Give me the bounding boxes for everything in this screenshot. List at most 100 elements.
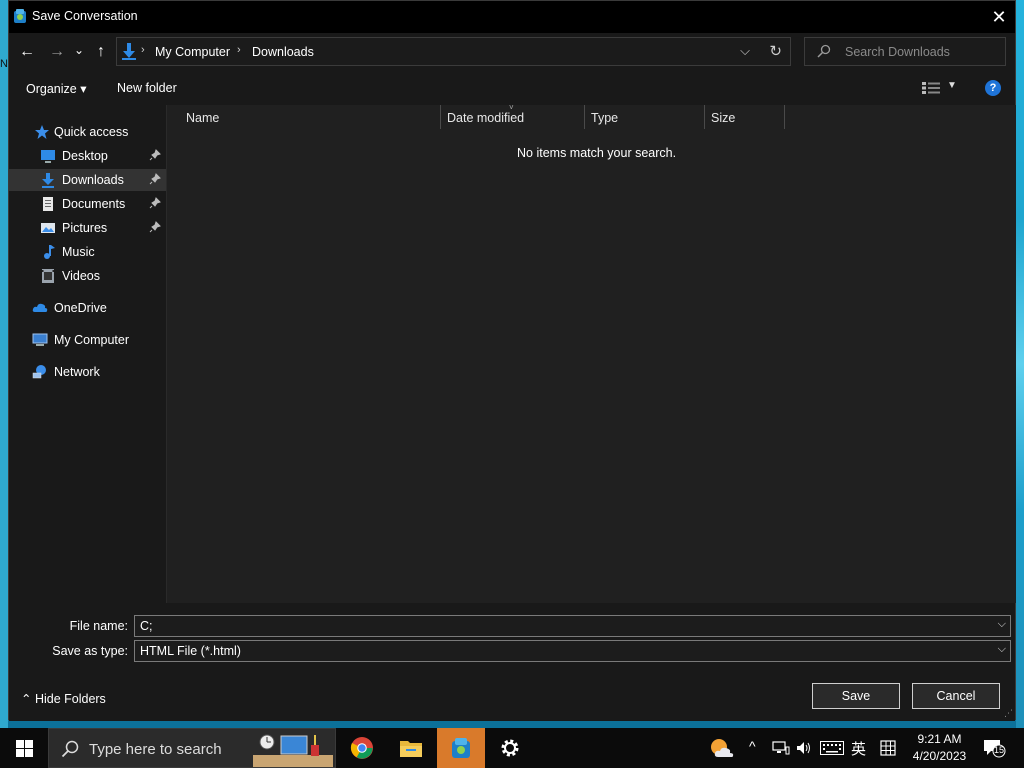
star-icon [35, 125, 49, 139]
sidebar-item-label: Network [54, 365, 100, 379]
sidebar-item-label: Downloads [62, 173, 124, 187]
network-icon [32, 365, 46, 379]
clock-time[interactable]: 9:21 AM [912, 732, 967, 746]
breadcrumb-my-computer[interactable]: My Computer [155, 45, 230, 59]
cancel-button[interactable]: Cancel [912, 683, 1000, 709]
sidebar-item-label: My Computer [54, 333, 130, 347]
sidebar-item-my-computer[interactable]: My Computer [9, 329, 166, 351]
sidebar-item-label: Pictures [62, 221, 108, 235]
file-name-value: C; [140, 619, 153, 633]
sidebar-item-videos[interactable]: Videos [9, 265, 166, 287]
breadcrumb-downloads[interactable]: Downloads [252, 45, 314, 59]
help-icon[interactable]: ? [985, 80, 1001, 96]
column-header-type[interactable]: Type [591, 111, 618, 125]
weather-icon[interactable] [709, 737, 735, 759]
taskbar: Type here to search ^ 英 9:21 AM 4/20/202… [0, 728, 1024, 768]
file-list[interactable]: Name ˅ Date modified Type Size No items … [167, 103, 1016, 603]
file-name-label: File name: [69, 619, 128, 633]
sidebar-item-desktop[interactable]: Desktop [9, 145, 166, 167]
close-button[interactable]: ✕ [983, 1, 1015, 33]
chrome-icon [350, 737, 373, 759]
back-button[interactable]: ← [16, 41, 38, 63]
sidebar-item-label: Music [62, 245, 95, 259]
command-bar: Organize ▾ New folder ▼ ? [9, 71, 1015, 105]
empty-message: No items match your search. [517, 146, 677, 160]
save-form: File name: C; ⌵ Save as type: HTML File … [9, 603, 1015, 721]
view-options-icon[interactable] [922, 81, 940, 95]
column-header-size[interactable]: Size [711, 111, 735, 125]
computer-icon [32, 333, 48, 346]
up-button[interactable]: ↑ [90, 41, 112, 63]
volume-icon[interactable] [796, 740, 812, 756]
search-icon [817, 44, 831, 58]
taskbar-file-explorer-button[interactable] [387, 728, 435, 768]
desktop-background-left [0, 0, 8, 728]
taskbar-search-input[interactable]: Type here to search [89, 741, 222, 758]
address-dropdown-button[interactable]: ⌵ [740, 43, 750, 59]
input-method-indicator[interactable]: 英 [851, 738, 866, 759]
save-button[interactable]: Save [812, 683, 900, 709]
taskbar-settings-button[interactable] [486, 728, 534, 768]
breadcrumb-separator: › [237, 44, 241, 56]
download-icon [42, 173, 54, 188]
new-folder-button[interactable]: New folder [117, 81, 177, 95]
desktop-icon [41, 150, 55, 163]
search-icon [61, 740, 79, 758]
app-icon [452, 738, 470, 758]
save-dialog: Save Conversation ✕ ← → ⌄ ↑ › My Compute… [8, 0, 1016, 721]
resize-grip-icon[interactable]: ⋰ [1004, 708, 1013, 719]
address-bar[interactable]: › My Computer › Downloads ⌵ ↻ [116, 37, 791, 66]
notification-center-button[interactable]: 15 [982, 738, 1006, 758]
music-icon [44, 245, 55, 259]
search-input[interactable]: Search Downloads [845, 45, 950, 59]
network-status-icon[interactable] [772, 741, 790, 755]
view-dropdown-icon[interactable]: ▼ [947, 80, 957, 91]
column-divider[interactable] [784, 105, 785, 129]
keyboard-icon[interactable] [820, 741, 844, 755]
column-header-name[interactable]: Name [186, 111, 219, 125]
sidebar-item-downloads[interactable]: Downloads [9, 169, 166, 191]
search-box[interactable]: Search Downloads [804, 37, 1006, 66]
pin-icon [149, 221, 161, 233]
organize-button[interactable]: Organize ▾ [26, 81, 86, 96]
column-divider[interactable] [440, 105, 441, 129]
save-type-dropdown-icon[interactable]: ⌵ [998, 643, 1006, 656]
breadcrumb-separator: › [141, 44, 145, 56]
ime-grid-icon[interactable] [880, 740, 896, 756]
folder-icon [400, 741, 422, 757]
pictures-icon [41, 223, 55, 233]
taskbar-chrome-button[interactable] [338, 728, 386, 768]
sidebar-item-network[interactable]: Network [9, 361, 166, 383]
sidebar-item-documents[interactable]: Documents [9, 193, 166, 215]
refresh-button[interactable]: ↻ [769, 42, 782, 60]
title-bar: Save Conversation ✕ [9, 1, 1015, 33]
recent-locations-button[interactable]: ⌄ [71, 39, 87, 61]
sidebar-item-music[interactable]: Music [9, 241, 166, 263]
pin-icon [149, 149, 161, 161]
file-name-field[interactable]: C; ⌵ [134, 615, 1011, 637]
clock-date[interactable]: 4/20/2023 [908, 749, 971, 763]
sidebar-item-pictures[interactable]: Pictures [9, 217, 166, 239]
start-button[interactable] [0, 728, 48, 768]
sidebar-item-label: Quick access [54, 125, 129, 139]
column-divider[interactable] [584, 105, 585, 129]
hide-folders-button[interactable]: ⌃ Hide Folders [21, 691, 106, 706]
sidebar-item-onedrive[interactable]: OneDrive [9, 297, 166, 319]
navigation-pane: Quick access Desktop Downloads Documents [9, 105, 166, 603]
column-header-date-modified[interactable]: Date modified [447, 111, 524, 125]
forward-button[interactable]: → [46, 41, 68, 63]
file-name-dropdown-icon[interactable]: ⌵ [998, 618, 1006, 631]
desktop-background-right [1016, 0, 1024, 728]
taskbar-search-box[interactable]: Type here to search [48, 728, 336, 768]
pin-icon [149, 197, 161, 209]
tray-overflow-button[interactable]: ^ [749, 738, 756, 754]
sidebar-item-quick-access[interactable]: Quick access [9, 121, 166, 143]
cloud-icon [32, 303, 48, 312]
window-title: Save Conversation [32, 9, 138, 23]
sidebar-item-label: Documents [62, 197, 126, 211]
save-type-select[interactable]: HTML File (*.html) ⌵ [134, 640, 1011, 662]
column-divider[interactable] [704, 105, 705, 129]
taskbar-active-app-button[interactable] [437, 728, 485, 768]
document-icon [43, 197, 53, 211]
download-icon [122, 43, 136, 60]
